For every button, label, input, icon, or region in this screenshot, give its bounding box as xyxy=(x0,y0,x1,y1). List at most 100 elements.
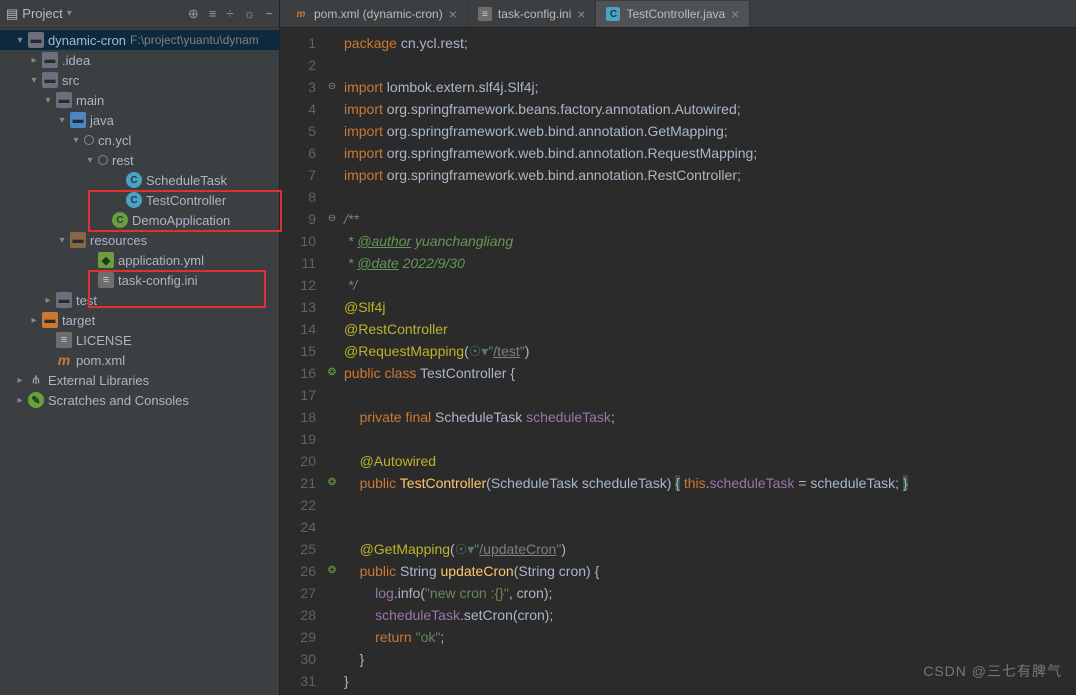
gutter-blank xyxy=(324,428,340,450)
tree-item[interactable]: ◆ application.yml xyxy=(0,250,279,270)
gutter-blank xyxy=(324,538,340,560)
chevron-down-icon[interactable]: ▾ xyxy=(67,8,72,19)
tree-item[interactable]: ≡ LICENSE xyxy=(0,330,279,350)
tree-item[interactable]: ▾ ▬ dynamic-cron F:\project\yuantu\dynam xyxy=(0,30,279,50)
tree-item[interactable]: ▸ ▬ target xyxy=(0,310,279,330)
tree-item-label: resources xyxy=(90,233,147,248)
code-line[interactable]: import org.springframework.web.bind.anno… xyxy=(344,164,908,186)
close-icon[interactable]: × xyxy=(449,6,457,22)
code-line[interactable]: import org.springframework.beans.factory… xyxy=(344,98,908,120)
code-line[interactable]: } xyxy=(344,648,908,670)
spring-bean-icon[interactable]: ❂ xyxy=(324,362,340,384)
code-line[interactable] xyxy=(344,494,908,516)
editor-tab[interactable]: C TestController.java × xyxy=(596,1,750,27)
code-line[interactable]: scheduleTask.setCron(cron); xyxy=(344,604,908,626)
code-line[interactable]: private final ScheduleTask scheduleTask; xyxy=(344,406,908,428)
code-line[interactable]: @GetMapping(☉▾"/updateCron") xyxy=(344,538,908,560)
code-line[interactable]: @RequestMapping(☉▾"/test") xyxy=(344,340,908,362)
expand-arrow-icon[interactable]: ▸ xyxy=(28,55,40,66)
close-icon[interactable]: × xyxy=(577,6,585,22)
tree-item[interactable]: ▾ ▬ src xyxy=(0,70,279,90)
gutter-blank xyxy=(324,296,340,318)
tree-item[interactable]: ▾ cn.ycl xyxy=(0,130,279,150)
code-editor[interactable]: 1234567891011121314151617181920212224252… xyxy=(280,28,1076,695)
sidebar-tool-1[interactable]: ≡ xyxy=(209,6,217,22)
tree-item[interactable]: C TestController xyxy=(0,190,279,210)
tree-item[interactable]: ▾ ▬ main xyxy=(0,90,279,110)
line-number: 30 xyxy=(280,648,316,670)
watermark: CSDN @三七有脾气 xyxy=(923,661,1062,681)
expand-arrow-icon[interactable]: ▾ xyxy=(84,155,96,166)
editor-tab[interactable]: m pom.xml (dynamic-cron) × xyxy=(284,1,468,27)
code-line[interactable]: return "ok"; xyxy=(344,626,908,648)
expand-arrow-icon[interactable]: ▾ xyxy=(56,235,68,246)
fold-icon[interactable]: ⊖ xyxy=(324,76,340,98)
pkg-icon xyxy=(98,155,108,165)
code-line[interactable]: @RestController xyxy=(344,318,908,340)
tree-item[interactable]: ▸ ▬ test xyxy=(0,290,279,310)
expand-arrow-icon[interactable]: ▾ xyxy=(56,115,68,126)
code-line[interactable]: public String updateCron(String cron) { xyxy=(344,560,908,582)
tree-item-label: ScheduleTask xyxy=(146,173,227,188)
tree-item[interactable]: ▾ ▬ resources xyxy=(0,230,279,250)
line-number: 17 xyxy=(280,384,316,406)
code-line[interactable]: public class TestController { xyxy=(344,362,908,384)
code-line[interactable]: @Autowired xyxy=(344,450,908,472)
tree-item[interactable]: C ScheduleTask xyxy=(0,170,279,190)
code-line[interactable] xyxy=(344,384,908,406)
sidebar-tool-0[interactable]: ⊕ xyxy=(188,6,199,22)
expand-arrow-icon[interactable]: ▸ xyxy=(14,395,26,406)
tree-item-label: task-config.ini xyxy=(118,273,197,288)
tree-item-label: .idea xyxy=(62,53,90,68)
spring-bean-icon[interactable]: ❂ xyxy=(324,560,340,582)
line-number: 26 xyxy=(280,560,316,582)
code-line[interactable]: * @date 2022/9/30 xyxy=(344,252,908,274)
code-line[interactable]: import lombok.extern.slf4j.Slf4j; xyxy=(344,76,908,98)
code-line[interactable]: } xyxy=(344,670,908,692)
m-icon: m xyxy=(56,352,72,368)
expand-arrow-icon[interactable]: ▸ xyxy=(42,295,54,306)
code-line[interactable]: import org.springframework.web.bind.anno… xyxy=(344,120,908,142)
tree-item[interactable]: ▸ ⫛ External Libraries xyxy=(0,370,279,390)
class-icon: C xyxy=(126,192,142,208)
expand-arrow-icon[interactable]: ▸ xyxy=(28,315,40,326)
tree-item[interactable]: C DemoApplication xyxy=(0,210,279,230)
expand-arrow-icon[interactable]: ▾ xyxy=(28,75,40,86)
fold-icon[interactable]: ⊖ xyxy=(324,208,340,230)
gutter-blank xyxy=(324,516,340,538)
editor-tab[interactable]: ≡ task-config.ini × xyxy=(468,1,597,27)
expand-arrow-icon[interactable]: ▾ xyxy=(70,135,82,146)
spring-bean-icon[interactable]: ❂ xyxy=(324,472,340,494)
tree-item[interactable]: m pom.xml xyxy=(0,350,279,370)
sidebar-tool-3[interactable]: ☼ xyxy=(243,6,255,22)
code-line[interactable]: */ xyxy=(344,274,908,296)
code-line[interactable] xyxy=(344,428,908,450)
tree-item[interactable]: ▸ ▬ .idea xyxy=(0,50,279,70)
code-line[interactable]: import org.springframework.web.bind.anno… xyxy=(344,142,908,164)
close-icon[interactable]: × xyxy=(731,6,739,22)
code-line[interactable]: public TestController(ScheduleTask sched… xyxy=(344,472,908,494)
folder-icon: ▬ xyxy=(28,32,44,48)
code-line[interactable] xyxy=(344,54,908,76)
code-line[interactable]: * @author yuanchangliang xyxy=(344,230,908,252)
gutter-blank xyxy=(324,98,340,120)
sidebar-tool-4[interactable]: − xyxy=(265,6,273,22)
tree-item[interactable]: ▾ ▬ java xyxy=(0,110,279,130)
sidebar-tool-2[interactable]: ÷ xyxy=(226,6,233,22)
tree-item[interactable]: ▾ rest xyxy=(0,150,279,170)
code-line[interactable]: /** xyxy=(344,208,908,230)
project-tree[interactable]: ▾ ▬ dynamic-cron F:\project\yuantu\dynam… xyxy=(0,28,279,695)
expand-arrow-icon[interactable]: ▸ xyxy=(14,375,26,386)
gutter-blank xyxy=(324,626,340,648)
code-line[interactable]: log.info("new cron :{}", cron); xyxy=(344,582,908,604)
tree-item[interactable]: ≡ task-config.ini xyxy=(0,270,279,290)
code-line[interactable]: @Slf4j xyxy=(344,296,908,318)
code-line[interactable]: package cn.ycl.rest; xyxy=(344,32,908,54)
code-text[interactable]: package cn.ycl.rest; import lombok.exter… xyxy=(340,28,908,695)
code-line[interactable] xyxy=(344,186,908,208)
tree-item[interactable]: ▸ ✎ Scratches and Consoles xyxy=(0,390,279,410)
code-line[interactable] xyxy=(344,516,908,538)
expand-arrow-icon[interactable]: ▾ xyxy=(14,35,26,46)
expand-arrow-icon[interactable]: ▾ xyxy=(42,95,54,106)
tree-item-label: Scratches and Consoles xyxy=(48,393,189,408)
